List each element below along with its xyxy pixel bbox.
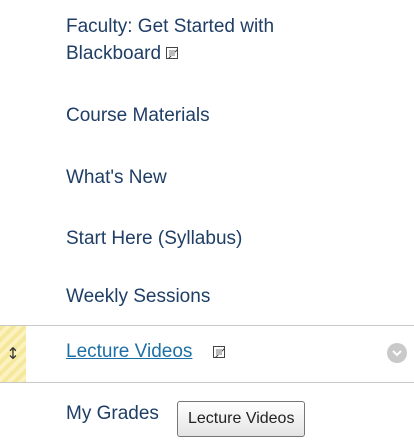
tooltip: Lecture Videos: [177, 401, 306, 437]
drag-handle[interactable]: ↕: [0, 326, 26, 382]
menu-item-whats-new[interactable]: What's New: [0, 158, 414, 198]
menu-item-label: Blackboard: [66, 43, 162, 64]
menu-item-faculty-get-started[interactable]: Faculty: Get Started with Blackboard: [0, 8, 414, 72]
menu-item-lecture-videos[interactable]: ↕ Lecture Videos: [0, 325, 414, 383]
course-menu: Faculty: Get Started with Blackboard Cou…: [0, 0, 414, 448]
menu-item-link[interactable]: Lecture Videos: [66, 340, 192, 364]
context-menu-button[interactable]: [387, 343, 407, 363]
menu-item-label-line1: Faculty: Get Started with: [66, 16, 275, 37]
menu-item-label: Weekly Sessions: [66, 286, 211, 307]
menu-item-label: Course Materials: [66, 105, 210, 126]
menu-item-course-materials[interactable]: Course Materials: [0, 96, 414, 136]
external-link-icon: [213, 346, 225, 358]
menu-item-start-here[interactable]: Start Here (Syllabus): [0, 219, 414, 259]
menu-item-weekly-sessions[interactable]: Weekly Sessions: [0, 278, 414, 318]
menu-item-label-line2: Blackboard: [66, 42, 179, 66]
menu-item-label: Lecture Videos: [66, 341, 193, 362]
chevron-down-icon: [392, 349, 402, 356]
up-down-arrow-icon: ↕: [6, 344, 20, 363]
menu-item-label: Start Here (Syllabus): [66, 228, 243, 249]
menu-item-label: My Grades: [66, 403, 159, 424]
external-link-icon: [166, 47, 179, 59]
menu-item-label: What's New: [66, 167, 167, 188]
